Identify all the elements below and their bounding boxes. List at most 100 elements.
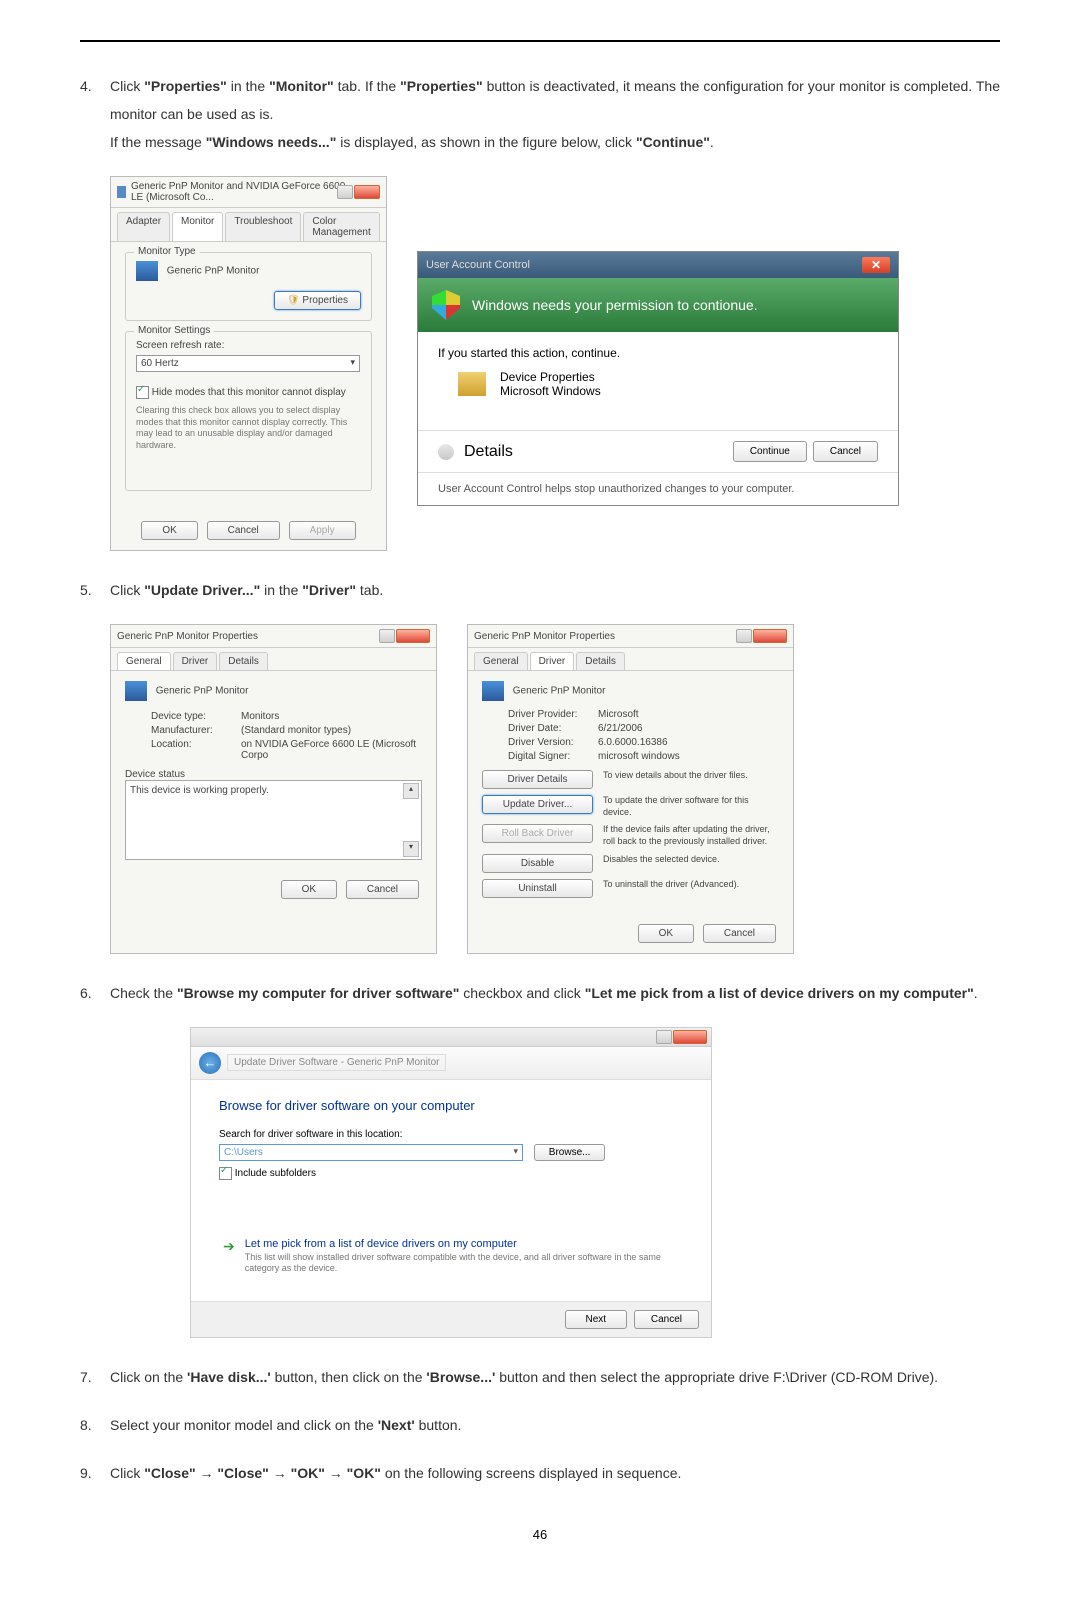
tab-details[interactable]: Details — [219, 652, 268, 670]
b: "Continue" — [636, 134, 710, 150]
close-icon[interactable] — [753, 629, 787, 643]
value: (Standard monitor types) — [241, 725, 422, 736]
link-title: Let me pick from a list of device driver… — [245, 1238, 679, 1250]
tab-general[interactable]: General — [474, 652, 528, 670]
b: 'Next' — [378, 1417, 415, 1433]
t: If the message — [110, 134, 206, 150]
t: Check the — [110, 985, 177, 1001]
tab-adapter[interactable]: Adapter — [117, 212, 170, 241]
update-driver-button[interactable]: Update Driver... — [482, 795, 593, 814]
titlebar: User Account Control ✕ — [418, 252, 898, 278]
uac-footer: User Account Control helps stop unauthor… — [418, 472, 898, 505]
program-icon — [458, 372, 486, 396]
update-driver-dialog: ← Update Driver Software - Generic PnP M… — [190, 1027, 712, 1338]
continue-button[interactable]: Continue — [733, 441, 807, 462]
heading: Browse for driver software on your compu… — [219, 1098, 683, 1113]
cancel-button[interactable]: Cancel — [634, 1310, 699, 1329]
t: button and then select the appropriate d… — [495, 1369, 938, 1385]
label: Driver Provider: — [508, 709, 598, 720]
scroll-down-icon[interactable]: ▾ — [403, 841, 419, 857]
refresh-dropdown[interactable]: 60 Hertz — [136, 355, 360, 372]
t: tab. — [356, 582, 383, 598]
b: "Properties" — [400, 78, 483, 94]
step-body: Select your monitor model and click on t… — [110, 1411, 1000, 1439]
include-subfolders-checkbox[interactable] — [219, 1167, 232, 1180]
b: "Windows needs..." — [206, 134, 337, 150]
back-icon[interactable]: ← — [199, 1052, 221, 1074]
b: "OK" — [347, 1465, 381, 1481]
device-status-label: Device status — [125, 769, 422, 780]
tab-driver[interactable]: Driver — [173, 652, 218, 670]
close-icon[interactable] — [396, 629, 430, 643]
tab-driver[interactable]: Driver — [530, 652, 575, 670]
b: "OK" — [291, 1465, 325, 1481]
uac-dialog: User Account Control ✕ Windows needs you… — [417, 251, 899, 506]
ok-button[interactable]: OK — [638, 924, 694, 943]
hide-modes-checkbox[interactable] — [136, 386, 149, 399]
program-name: Device Properties — [500, 370, 601, 384]
close-icon[interactable]: ✕ — [862, 257, 890, 273]
program-publisher: Microsoft Windows — [500, 384, 601, 398]
monitor-settings-group: Monitor Settings Screen refresh rate: 60… — [125, 331, 372, 491]
next-button[interactable]: Next — [565, 1310, 628, 1329]
window-title: Generic PnP Monitor Properties — [474, 631, 615, 642]
step-number: 8. — [80, 1411, 110, 1439]
cancel-button[interactable]: Cancel — [207, 521, 280, 540]
window-title: Generic PnP Monitor and NVIDIA GeForce 6… — [131, 181, 354, 203]
uac-banner: Windows needs your permission to contion… — [418, 278, 898, 332]
cancel-button[interactable]: Cancel — [346, 880, 419, 899]
label: Location: — [151, 739, 241, 761]
scroll-up-icon[interactable]: ▴ — [403, 783, 419, 799]
b: "Close" — [144, 1465, 195, 1481]
monitor-icon — [125, 681, 147, 701]
label: Driver Version: — [508, 737, 598, 748]
details-label[interactable]: Details — [464, 443, 513, 461]
device-properties-general-dialog: Generic PnP Monitor Properties General D… — [110, 624, 437, 954]
step-number: 5. — [80, 576, 110, 604]
value: microsoft windows — [598, 751, 779, 762]
pick-from-list-link[interactable]: ➔ Let me pick from a list of device driv… — [219, 1230, 683, 1283]
tab-troubleshoot[interactable]: Troubleshoot — [225, 212, 301, 241]
monitor-properties-dialog: Generic PnP Monitor and NVIDIA GeForce 6… — [110, 176, 387, 551]
browse-button[interactable]: Browse... — [534, 1144, 606, 1161]
monitor-type-group: Monitor Type Generic PnP Monitor 🛡 Prope… — [125, 252, 372, 321]
ok-button[interactable]: OK — [141, 521, 197, 540]
ok-button[interactable]: OK — [281, 880, 337, 899]
hide-modes-label: Hide modes that this monitor cannot disp… — [152, 387, 346, 398]
monitor-name: Generic PnP Monitor — [167, 266, 260, 277]
value: on NVIDIA GeForce 6600 LE (Microsoft Cor… — [241, 739, 422, 761]
label: Properties — [302, 295, 348, 306]
properties-button[interactable]: 🛡 Properties — [274, 291, 361, 310]
tab-monitor[interactable]: Monitor — [172, 212, 223, 241]
label: Manufacturer: — [151, 725, 241, 736]
apply-button[interactable]: Apply — [289, 521, 356, 540]
step-9: 9. Click "Close" → "Close" → "OK" → "OK"… — [80, 1459, 1000, 1487]
step-number: 7. — [80, 1363, 110, 1391]
path-input[interactable]: C:\Users — [219, 1144, 523, 1161]
close-icon[interactable] — [673, 1030, 707, 1044]
tab-color-management[interactable]: Color Management — [303, 212, 379, 241]
value: 6.0.6000.16386 — [598, 737, 779, 748]
uninstall-button[interactable]: Uninstall — [482, 879, 593, 898]
b: "Browse my computer for driver software" — [177, 985, 459, 1001]
shield-icon — [432, 290, 460, 320]
device-status-box: This device is working properly. ▴ ▾ — [125, 780, 422, 860]
tab-details[interactable]: Details — [576, 652, 625, 670]
cancel-button[interactable]: Cancel — [703, 924, 776, 943]
t: Click on the — [110, 1369, 187, 1385]
close-icon[interactable] — [354, 185, 380, 199]
desc: To uninstall the driver (Advanced). — [603, 879, 739, 891]
t: tab. If the — [334, 78, 400, 94]
roll-back-button[interactable]: Roll Back Driver — [482, 824, 593, 843]
link-subtitle: This list will show installed driver sof… — [245, 1252, 679, 1275]
device-properties-driver-dialog: Generic PnP Monitor Properties General D… — [467, 624, 794, 954]
driver-details-button[interactable]: Driver Details — [482, 770, 593, 789]
label: Device type: — [151, 711, 241, 722]
chevron-down-icon[interactable] — [438, 444, 454, 460]
group-title: Monitor Settings — [134, 325, 214, 336]
cancel-button[interactable]: Cancel — [813, 441, 878, 462]
desc: If the device fails after updating the d… — [603, 824, 779, 847]
t: in the — [260, 582, 302, 598]
tab-general[interactable]: General — [117, 652, 171, 670]
disable-button[interactable]: Disable — [482, 854, 593, 873]
